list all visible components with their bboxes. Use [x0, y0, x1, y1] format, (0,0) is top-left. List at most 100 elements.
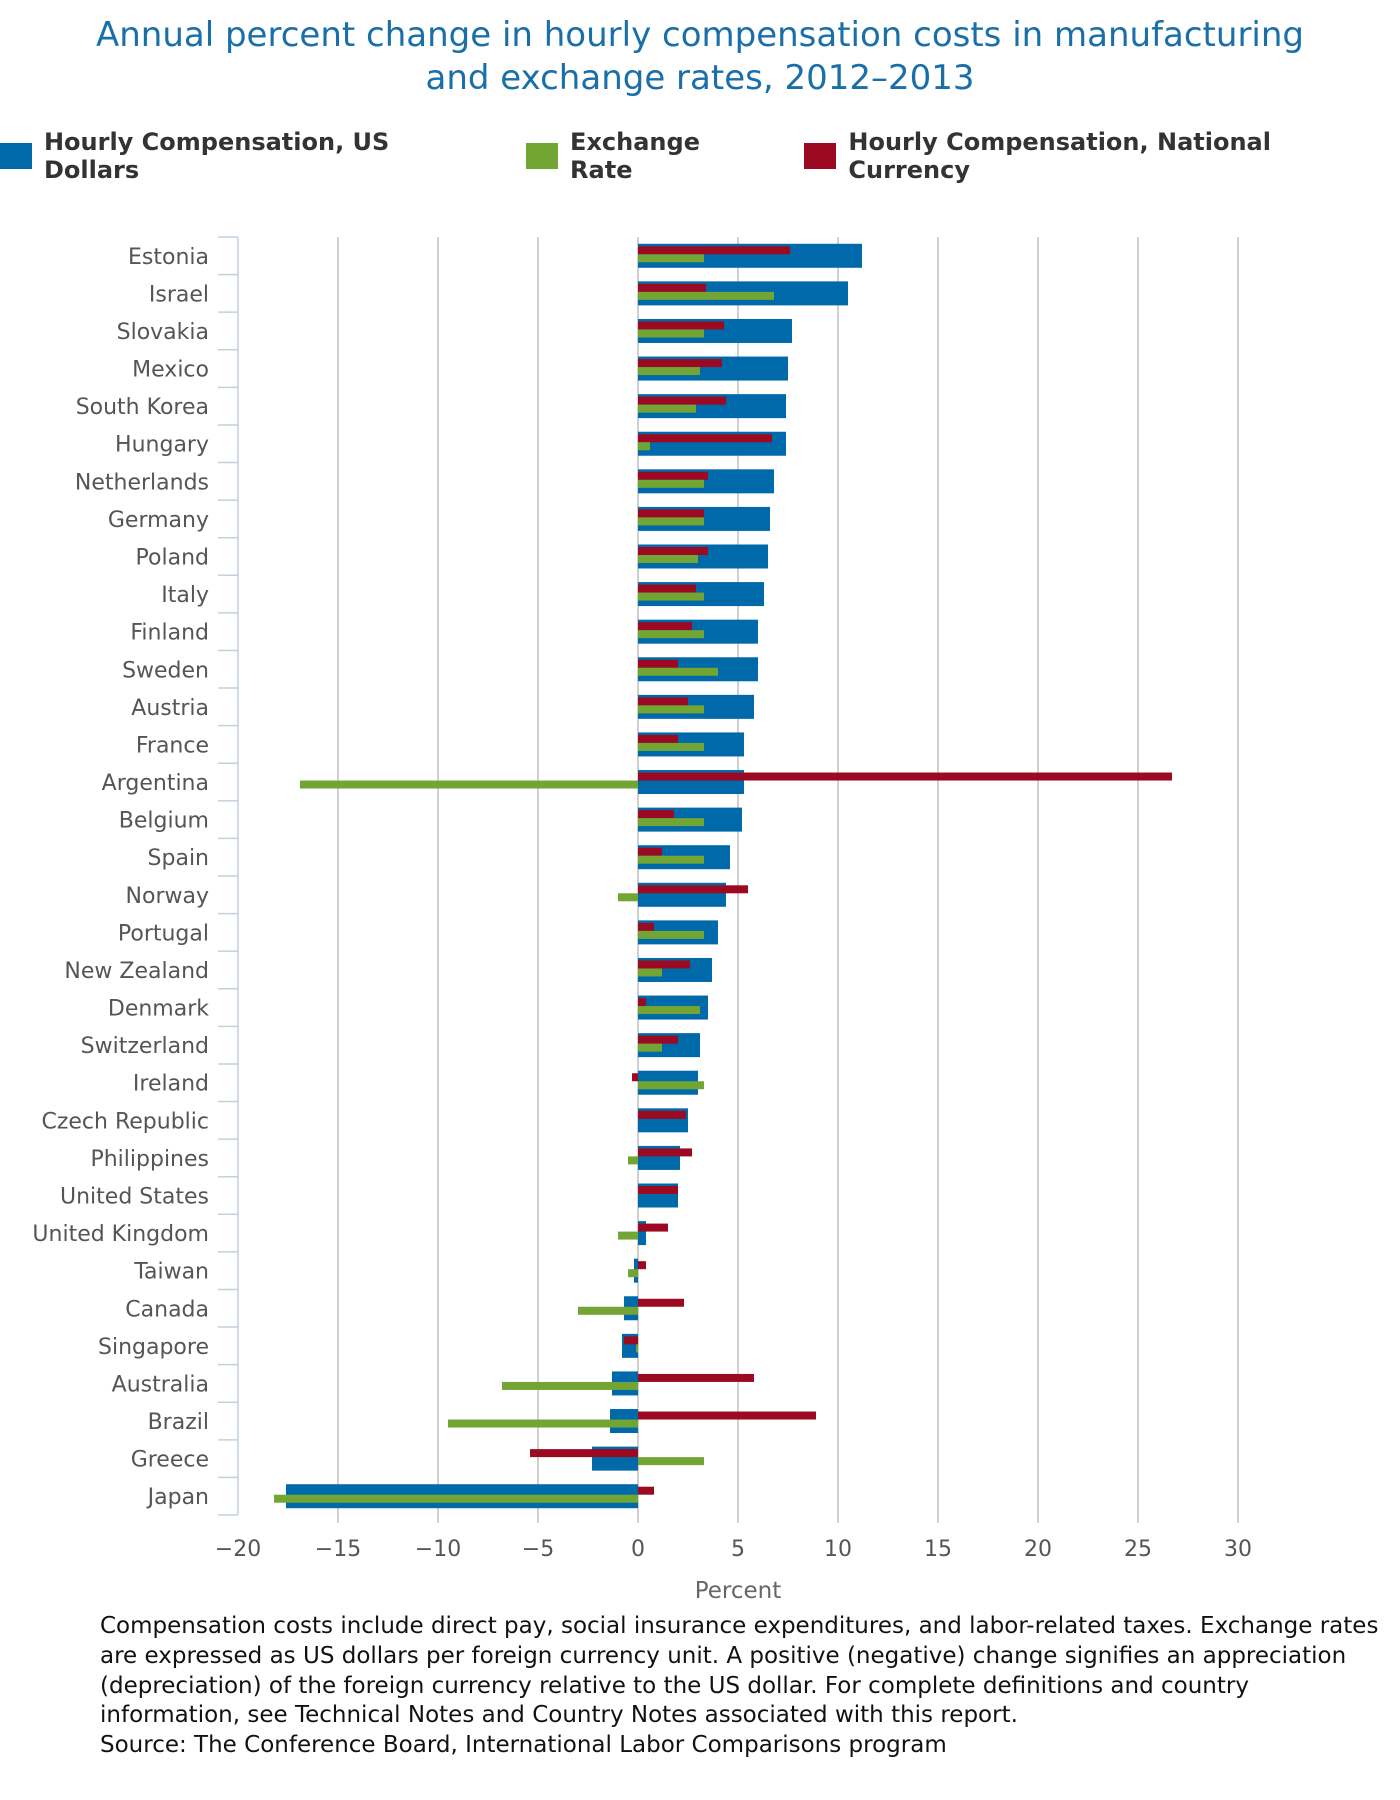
x-tick-label: 5 [731, 1537, 745, 1562]
category-label: Australia [112, 1372, 209, 1397]
bar-exchange-rate [638, 968, 662, 977]
bar-national-currency [638, 283, 706, 292]
category-label: Hungary [115, 433, 209, 458]
bar-exchange-rate [638, 705, 704, 714]
category-label: Taiwan [133, 1260, 209, 1285]
bar-exchange-rate [638, 479, 704, 488]
footnote-line: Compensation costs include direct pay, s… [100, 1613, 1379, 1639]
bar-national-currency [638, 659, 678, 668]
category-label: United States [60, 1185, 209, 1210]
bar-national-currency [638, 622, 692, 631]
bar-national-currency [638, 734, 678, 743]
bar-chart: Estonia Israel Slovakia Mexico South Korea Hu… [32, 236, 1252, 1600]
bar-exchange-rate [638, 930, 704, 939]
footnote-line: information, see Technical Notes and Cou… [100, 1702, 1018, 1729]
x-tick-label: 10 [824, 1537, 852, 1562]
category-label: Singapore [98, 1335, 209, 1360]
bar-national-currency [638, 810, 674, 819]
bar-exchange-rate [618, 1231, 638, 1240]
bar-national-currency [638, 246, 790, 255]
x-tick-label: −20 [215, 1537, 261, 1562]
bar-exchange-rate [638, 555, 698, 563]
gridlines [337, 237, 1239, 1523]
x-tick-label: −15 [315, 1537, 361, 1562]
y-axis: Estonia Israel Slovakia Mexico South Korea Hu… [32, 236, 239, 1516]
category-label: Japan [146, 1485, 209, 1510]
x-tick-label: 25 [1124, 1537, 1152, 1562]
bar-exchange-rate [638, 404, 696, 413]
category-label: Denmark [108, 997, 209, 1022]
category-label: Finland [130, 621, 209, 646]
bar-national-currency [638, 1148, 692, 1157]
bar-national-currency [632, 1073, 638, 1082]
category-label: Slovakia [117, 320, 209, 345]
bar-national-currency [638, 1411, 816, 1420]
bar-national-currency [624, 1336, 638, 1345]
bar-exchange-rate [628, 1156, 638, 1165]
bar-exchange-rate [300, 780, 638, 789]
bar-national-currency [638, 471, 708, 480]
category-label: Greece [131, 1448, 209, 1473]
x-axis: −20 −15 −10 −5 0 5 10 15 20 25 30 [215, 1537, 1252, 1562]
footnote-line: (depreciation) of the foreign currency r… [100, 1672, 1249, 1699]
bar-exchange-rate [618, 893, 638, 902]
footnote-line: are expressed as US dollars per foreign … [100, 1642, 1347, 1669]
bar-national-currency [638, 697, 688, 706]
category-label: Germany [108, 508, 209, 533]
bar-national-currency [638, 584, 696, 593]
bar-exchange-rate [448, 1419, 638, 1428]
category-label: Sweden [122, 658, 209, 683]
bar-exchange-rate [638, 818, 704, 827]
category-label: Czech Republic [41, 1109, 209, 1134]
category-label: Mexico [132, 358, 209, 383]
category-label: Israel [149, 282, 209, 307]
category-label: Italy [161, 583, 209, 608]
bar-exchange-rate [638, 254, 704, 263]
footnote: Compensation costs include direct pay, s… [100, 1612, 1400, 1761]
bar-exchange-rate [638, 442, 650, 451]
bar-national-currency [638, 960, 690, 969]
bar-national-currency [638, 321, 724, 330]
bar-exchange-rate [638, 367, 700, 376]
bar-national-currency [638, 1373, 754, 1382]
bar-exchange-rate [638, 592, 704, 601]
bar-exchange-rate [636, 1344, 638, 1353]
bar-national-currency [638, 1298, 684, 1307]
x-tick-label: 15 [924, 1537, 952, 1562]
bar-exchange-rate [638, 329, 704, 338]
bar-national-currency [638, 1223, 668, 1232]
bar-exchange-rate [628, 1269, 638, 1278]
bar-exchange-rate [638, 1006, 700, 1015]
category-label: Spain [148, 846, 209, 871]
category-label: Philippines [90, 1147, 209, 1172]
category-label: Netherlands [75, 470, 209, 495]
bar-national-currency [530, 1449, 638, 1458]
bar-national-currency [638, 1035, 678, 1044]
bar-exchange-rate [638, 742, 704, 751]
category-label: Switzerland [81, 1034, 209, 1059]
category-label: Austria [131, 696, 209, 721]
bar-exchange-rate [638, 667, 718, 676]
bar-exchange-rate [638, 630, 704, 639]
bar-national-currency [638, 885, 748, 894]
bar-national-currency [638, 772, 1172, 781]
bar-national-currency [638, 847, 662, 856]
bar-exchange-rate [578, 1306, 638, 1315]
source-note: Source: The Conference Board, Internatio… [100, 1732, 947, 1759]
bar-national-currency [638, 434, 772, 443]
x-tick-label: −10 [415, 1537, 461, 1562]
bar-national-currency [638, 547, 708, 555]
category-label: Ireland [133, 1072, 209, 1097]
category-label: Portugal [118, 921, 209, 946]
x-tick-label: 0 [631, 1537, 645, 1562]
bar-exchange-rate [638, 291, 774, 300]
category-label: Canada [125, 1297, 209, 1322]
category-label: Poland [136, 546, 209, 571]
category-label: South Korea [76, 395, 209, 420]
category-label: Argentina [102, 771, 209, 796]
x-tick-label: 30 [1224, 1537, 1252, 1562]
x-tick-label: −5 [522, 1537, 554, 1562]
category-label: New Zealand [64, 959, 209, 984]
category-label: Estonia [128, 245, 209, 270]
bar-national-currency [638, 396, 726, 405]
